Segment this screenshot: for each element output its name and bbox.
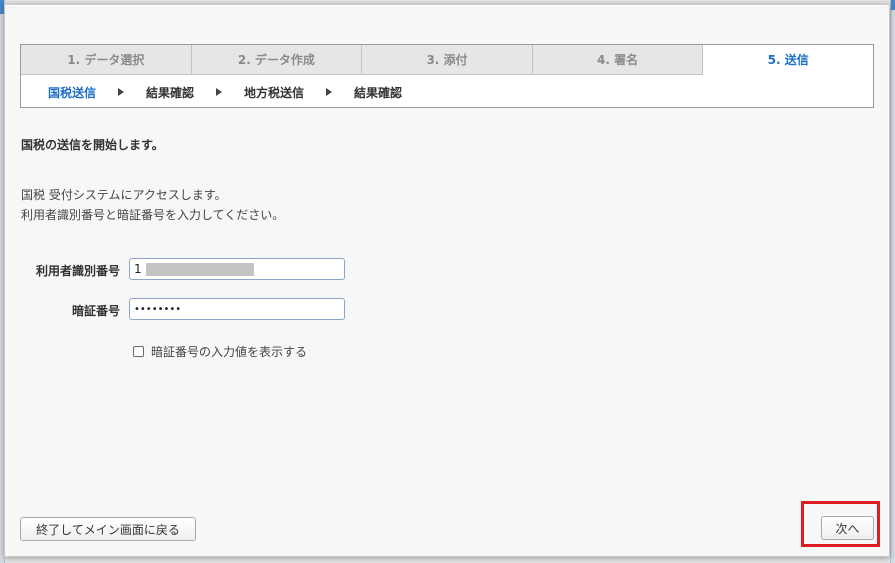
user-id-label: 利用者識別番号: [35, 264, 120, 278]
substep-result-check-2: 結果確認: [354, 85, 403, 100]
password-input[interactable]: ••••••••: [129, 298, 345, 320]
arrow-right-icon: [326, 88, 333, 96]
password-label: 暗証番号: [71, 304, 120, 318]
step-tabs: 1. データ選択 2. データ作成 3. 添付 4. 署名 5. 送信: [21, 45, 873, 75]
step-tab-sign: 4. 署名: [532, 45, 704, 74]
substep-list: 国税送信 結果確認 地方税送信 結果確認: [21, 75, 873, 109]
step-tab-data-select: 1. データ選択: [21, 45, 192, 74]
next-button[interactable]: 次へ: [821, 516, 874, 540]
step-tab-attach: 3. 添付: [362, 45, 533, 74]
description-line-2: 利用者識別番号と暗証番号を入力してください。: [21, 208, 285, 222]
description-line-1: 国税 受付システムにアクセスします。: [21, 188, 227, 202]
substep-local-tax-send: 地方税送信: [244, 85, 305, 100]
step-indicator: 1. データ選択 2. データ作成 3. 添付 4. 署名 5. 送信 国税送信…: [20, 44, 874, 108]
dialog-top-edge: [5, 5, 889, 8]
user-id-input[interactable]: 1: [129, 258, 345, 280]
step-tab-data-create: 2. データ作成: [191, 45, 363, 74]
substep-result-check: 結果確認: [146, 85, 195, 100]
page-heading: 国税の送信を開始します。: [21, 138, 164, 152]
arrow-right-icon: [118, 88, 125, 96]
description: 国税 受付システムにアクセスします。 利用者識別番号と暗証番号を入力してください…: [21, 185, 284, 225]
background-accent: [891, 0, 895, 10]
show-password-checkbox[interactable]: [133, 346, 144, 357]
password-value: ••••••••: [134, 303, 182, 315]
arrow-right-icon: [216, 88, 223, 96]
user-id-value: 1: [134, 262, 142, 276]
step-tab-send: 5. 送信: [703, 45, 873, 75]
redacted-value-block: [145, 262, 254, 276]
show-password-label: 暗証番号の入力値を表示する: [151, 345, 308, 359]
background-window-right: [890, 0, 895, 563]
show-password-option[interactable]: 暗証番号の入力値を表示する: [133, 343, 307, 360]
exit-to-main-button[interactable]: 終了してメイン画面に戻る: [20, 517, 196, 541]
send-dialog: 1. データ選択 2. データ作成 3. 添付 4. 署名 5. 送信 国税送信…: [4, 4, 890, 557]
substep-national-tax-send: 国税送信: [48, 85, 97, 100]
